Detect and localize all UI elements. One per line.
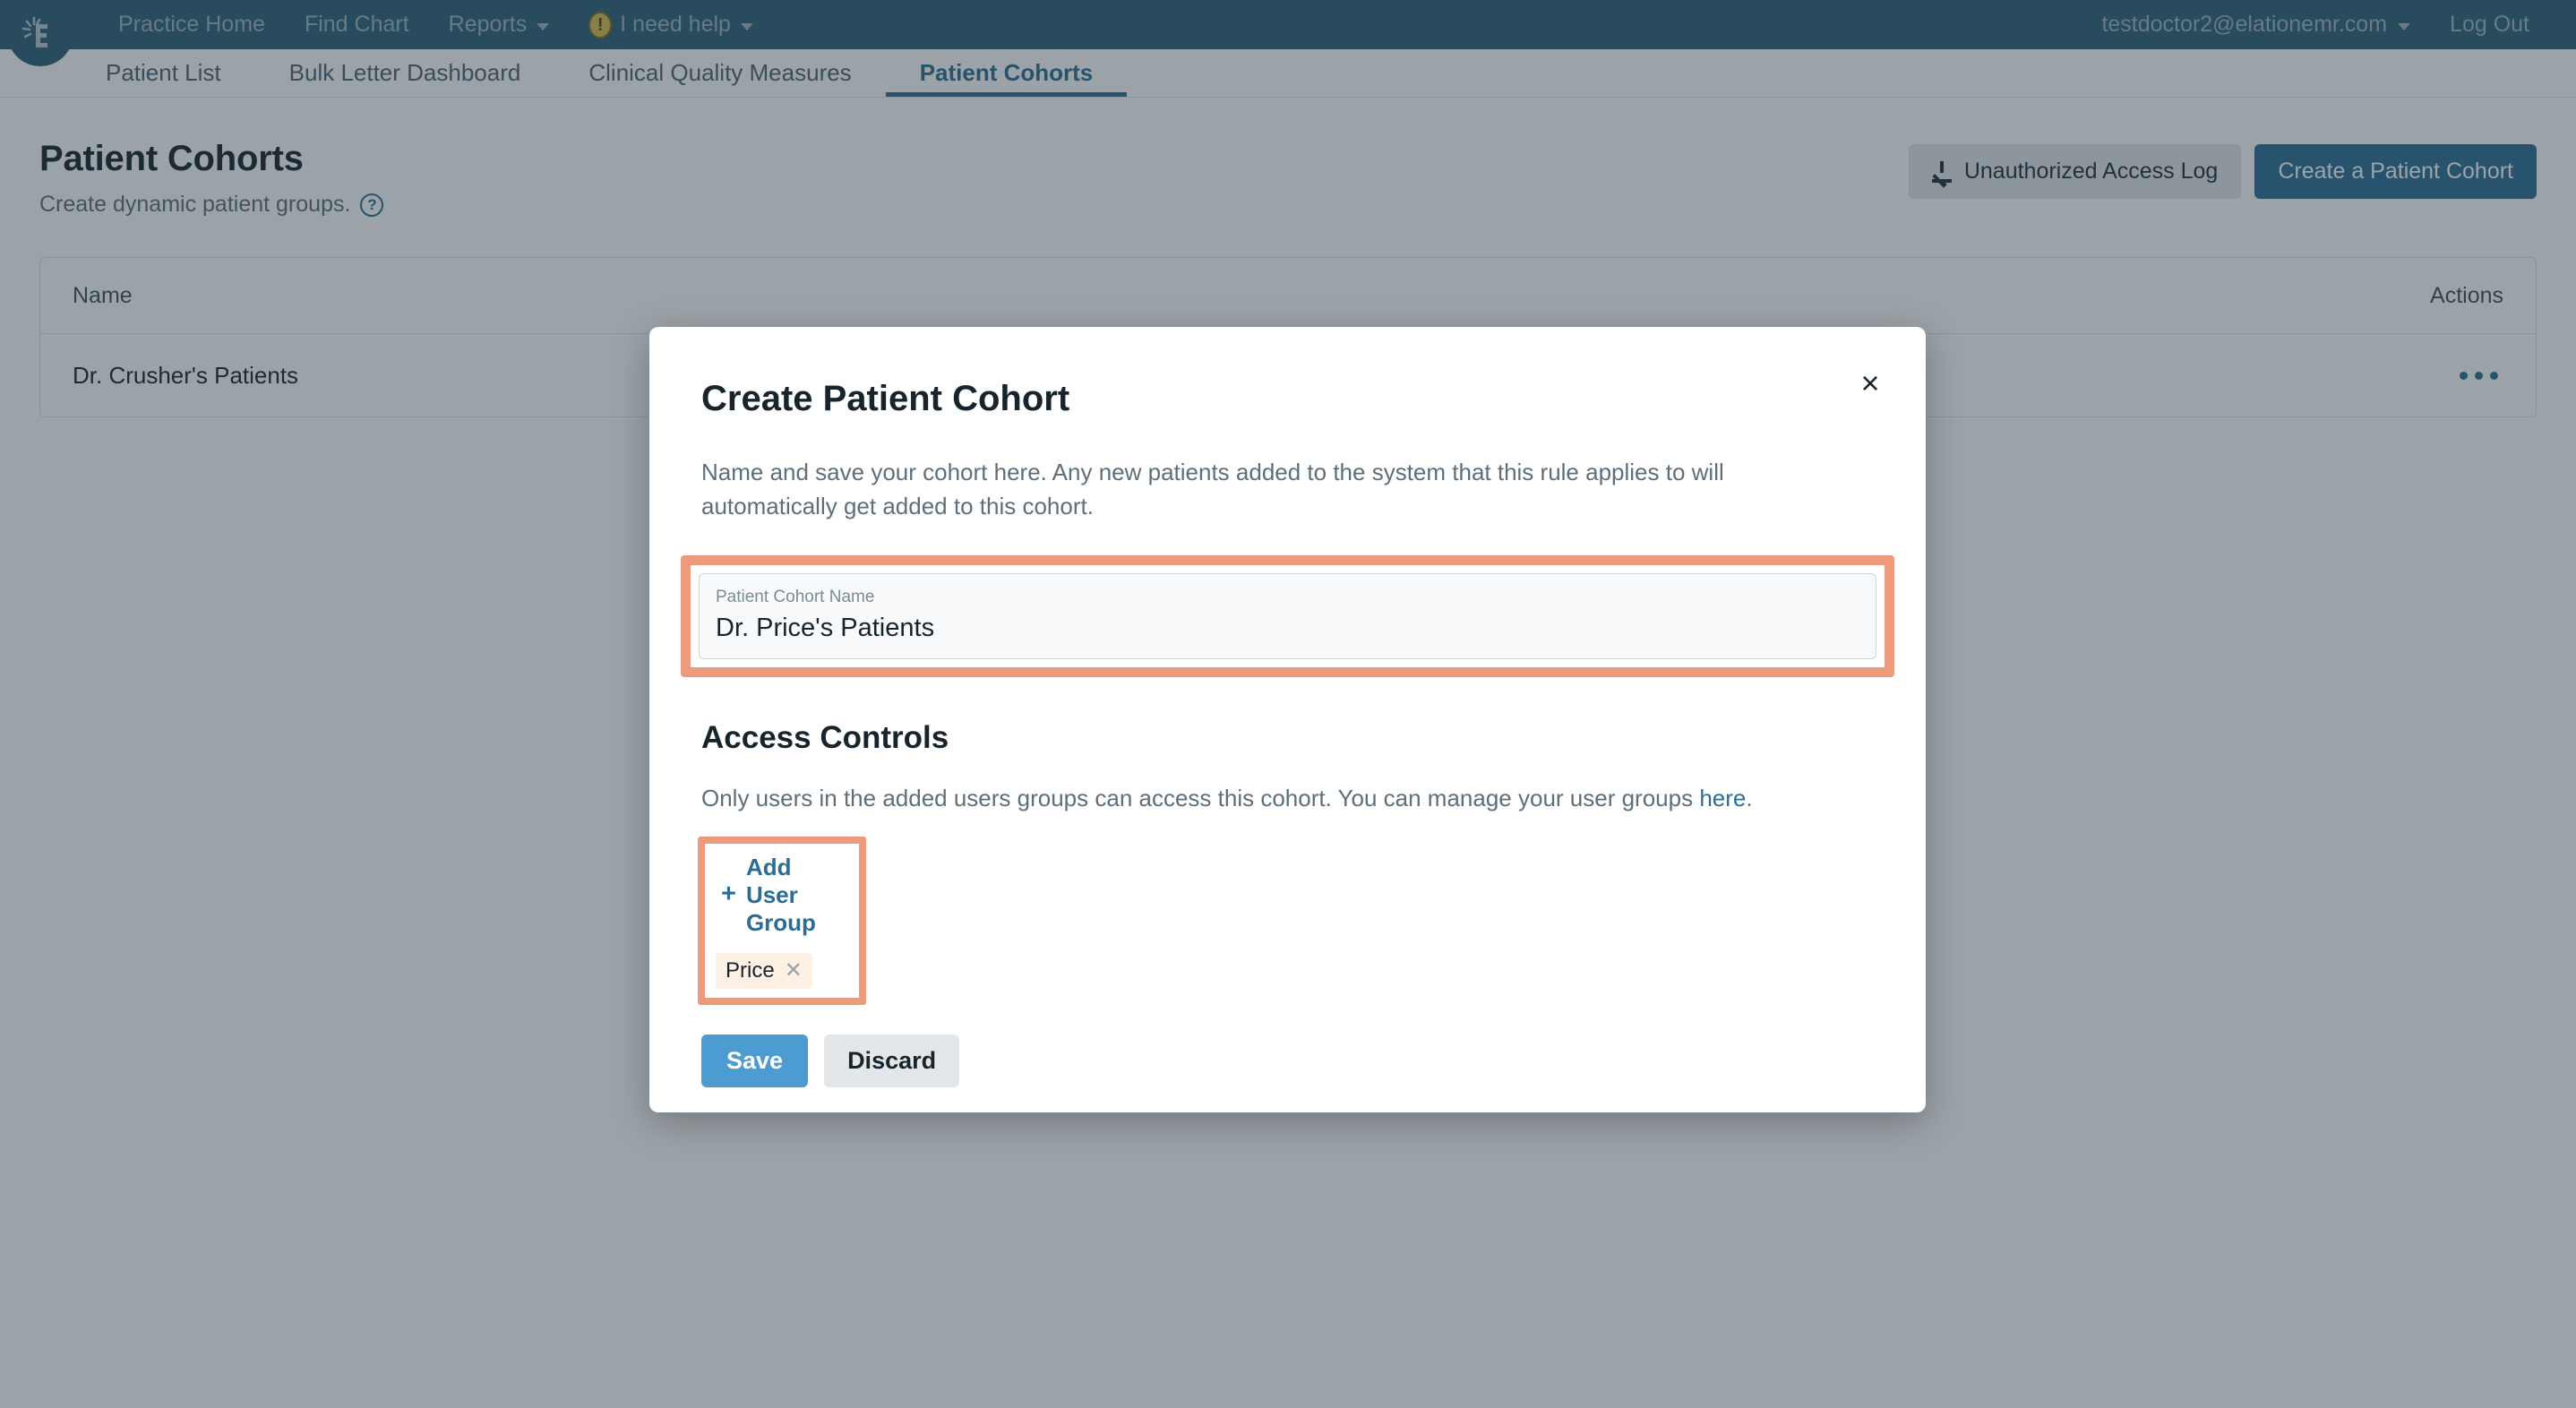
modal-title: Create Patient Cohort [701, 379, 1070, 418]
patient-cohort-name-input[interactable]: Patient Cohort Name Dr. Price's Patients [699, 572, 1876, 659]
save-button[interactable]: Save [701, 1034, 809, 1087]
patient-cohort-name-value: Dr. Price's Patients [716, 613, 935, 642]
user-group-chip-list: Price ✕ [716, 937, 848, 989]
access-controls-description: Only users in the added users groups can… [681, 785, 1894, 812]
modal-footer: Save Discard [681, 1034, 1894, 1087]
add-user-group-label: Add User Group [745, 853, 816, 936]
user-group-chip-label: Price [726, 957, 775, 983]
user-group-chip: Price ✕ [716, 952, 812, 989]
manage-user-groups-link[interactable]: here [1699, 785, 1746, 811]
access-controls-description-text: Only users in the added users groups can… [701, 784, 1700, 811]
close-icon[interactable]: × [1850, 363, 1891, 404]
patient-cohort-name-label: Patient Cohort Name [716, 587, 875, 606]
add-user-group-highlight: + Add User Group Price ✕ [698, 836, 866, 1005]
plus-icon: + [721, 879, 736, 908]
access-controls-description-period: . [1746, 784, 1753, 811]
create-patient-cohort-modal: Create Patient Cohort × Name and save yo… [649, 327, 1926, 1112]
modal-header: Create Patient Cohort × [681, 327, 1894, 419]
remove-chip-icon[interactable]: ✕ [785, 959, 803, 982]
add-user-group-button[interactable]: + Add User Group [716, 854, 848, 937]
access-controls-title: Access Controls [701, 719, 949, 755]
modal-description: Name and save your cohort here. Any new … [701, 459, 1724, 520]
patient-cohort-name-highlight: Patient Cohort Name Dr. Price's Patients [681, 554, 1894, 677]
discard-button[interactable]: Discard [824, 1034, 960, 1087]
